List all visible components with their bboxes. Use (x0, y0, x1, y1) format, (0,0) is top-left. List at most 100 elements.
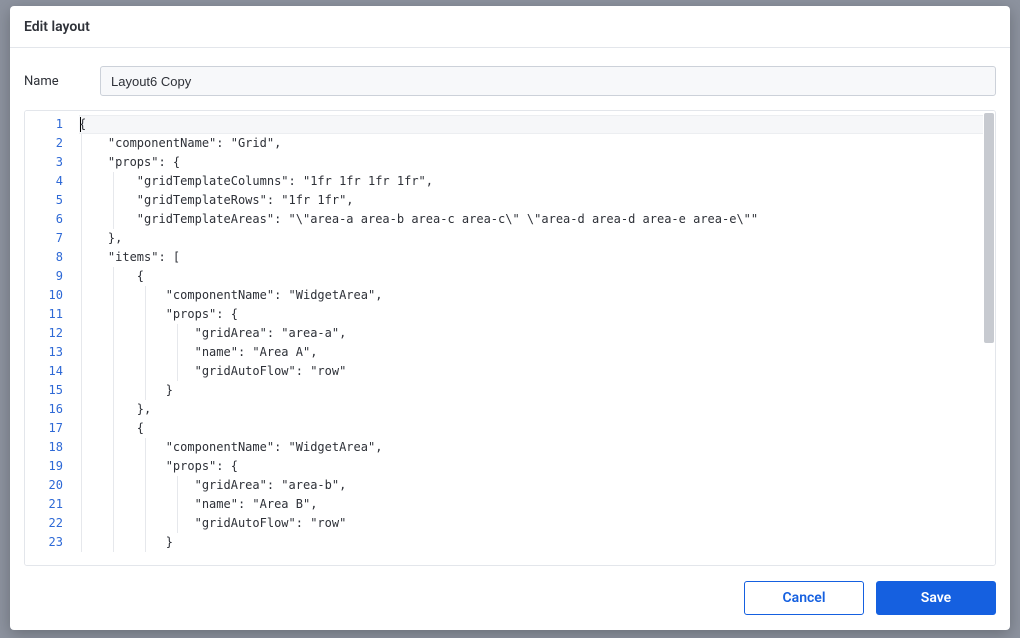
indent-guide (145, 457, 146, 476)
code-text: "props": { (79, 459, 238, 473)
code-line[interactable]: "componentName": "Grid", (79, 134, 995, 153)
indent-guide (113, 343, 114, 362)
line-number: 7 (25, 229, 79, 248)
code-line[interactable]: "gridTemplateAreas": "\"area-a area-b ar… (79, 210, 995, 229)
code-line[interactable]: } (79, 381, 995, 400)
code-line[interactable]: "props": { (79, 153, 995, 172)
indent-guide (113, 305, 114, 324)
name-input[interactable] (100, 66, 996, 96)
code-line[interactable]: "items": [ (79, 248, 995, 267)
code-text: } (79, 535, 173, 549)
code-line[interactable]: { (79, 115, 995, 134)
indent-guide (113, 267, 114, 286)
indent-guide (113, 172, 114, 191)
line-number: 18 (25, 438, 79, 457)
line-number: 4 (25, 172, 79, 191)
code-text: "gridAutoFlow": "row" (79, 364, 346, 378)
indent-guide (81, 267, 82, 286)
code-area[interactable]: { "componentName": "Grid", "props": { "g… (79, 111, 995, 565)
indent-guide (145, 324, 146, 343)
line-number-gutter: 1234567891011121314151617181920212223 (25, 111, 79, 565)
code-line[interactable]: } (79, 533, 995, 552)
indent-guide (81, 476, 82, 495)
code-line[interactable]: "gridArea": "area-b", (79, 476, 995, 495)
indent-guide (81, 324, 82, 343)
line-number: 6 (25, 210, 79, 229)
indent-guide (113, 400, 114, 419)
name-label: Name (24, 74, 84, 89)
line-number: 14 (25, 362, 79, 381)
edit-layout-modal: Edit layout Name 12345678910111213141516… (10, 6, 1010, 630)
line-number: 5 (25, 191, 79, 210)
code-line[interactable]: }, (79, 400, 995, 419)
code-text: { (79, 269, 144, 283)
indent-guide (177, 362, 178, 381)
indent-guide (81, 438, 82, 457)
indent-guide (113, 438, 114, 457)
indent-guide (81, 381, 82, 400)
code-line[interactable]: "props": { (79, 457, 995, 476)
code-text: "gridArea": "area-b", (79, 478, 346, 492)
indent-guide (81, 134, 82, 153)
code-text: }, (79, 231, 122, 245)
indent-guide (113, 381, 114, 400)
indent-guide (81, 514, 82, 533)
code-line[interactable]: "gridAutoFlow": "row" (79, 514, 995, 533)
scrollbar-track[interactable] (983, 111, 995, 565)
indent-guide (81, 248, 82, 267)
indent-guide (177, 324, 178, 343)
indent-guide (81, 495, 82, 514)
code-line[interactable]: "componentName": "WidgetArea", (79, 286, 995, 305)
code-text: "gridTemplateAreas": "\"area-a area-b ar… (79, 212, 758, 226)
code-line[interactable]: { (79, 267, 995, 286)
line-number: 2 (25, 134, 79, 153)
modal-header: Edit layout (10, 6, 1010, 48)
scrollbar-thumb[interactable] (984, 113, 994, 343)
indent-guide (113, 457, 114, 476)
indent-guide (81, 457, 82, 476)
indent-guide (145, 305, 146, 324)
code-line[interactable]: "gridArea": "area-a", (79, 324, 995, 343)
indent-guide (81, 419, 82, 438)
indent-guide (81, 286, 82, 305)
indent-guide (113, 514, 114, 533)
indent-guide (81, 400, 82, 419)
code-text: "name": "Area B", (79, 497, 317, 511)
code-text: "name": "Area A", (79, 345, 317, 359)
indent-guide (145, 495, 146, 514)
line-number: 10 (25, 286, 79, 305)
code-line[interactable]: "componentName": "WidgetArea", (79, 438, 995, 457)
code-line[interactable]: "name": "Area A", (79, 343, 995, 362)
code-line[interactable]: "gridTemplateColumns": "1fr 1fr 1fr 1fr"… (79, 172, 995, 191)
code-line[interactable]: "props": { (79, 305, 995, 324)
code-text: "gridTemplateColumns": "1fr 1fr 1fr 1fr"… (79, 174, 433, 188)
indent-guide (145, 343, 146, 362)
save-button[interactable]: Save (876, 581, 996, 615)
indent-guide (81, 210, 82, 229)
indent-guide (113, 419, 114, 438)
indent-guide (113, 362, 114, 381)
code-text: { (79, 117, 86, 131)
indent-guide (81, 172, 82, 191)
indent-guide (113, 476, 114, 495)
code-text: "gridAutoFlow": "row" (79, 516, 346, 530)
code-line[interactable]: { (79, 419, 995, 438)
code-line[interactable]: "name": "Area B", (79, 495, 995, 514)
name-field-row: Name (10, 48, 1010, 104)
indent-guide (145, 286, 146, 305)
line-number: 19 (25, 457, 79, 476)
indent-guide (177, 495, 178, 514)
indent-guide (81, 362, 82, 381)
code-line[interactable]: }, (79, 229, 995, 248)
code-line[interactable]: "gridTemplateRows": "1fr 1fr", (79, 191, 995, 210)
indent-guide (177, 343, 178, 362)
indent-guide (177, 514, 178, 533)
cancel-button[interactable]: Cancel (744, 581, 864, 615)
indent-guide (113, 533, 114, 552)
line-number: 16 (25, 400, 79, 419)
code-line[interactable]: "gridAutoFlow": "row" (79, 362, 995, 381)
code-editor[interactable]: 1234567891011121314151617181920212223 { … (24, 110, 996, 566)
line-number: 21 (25, 495, 79, 514)
code-text: "props": { (79, 155, 180, 169)
code-text: "componentName": "Grid", (79, 136, 281, 150)
